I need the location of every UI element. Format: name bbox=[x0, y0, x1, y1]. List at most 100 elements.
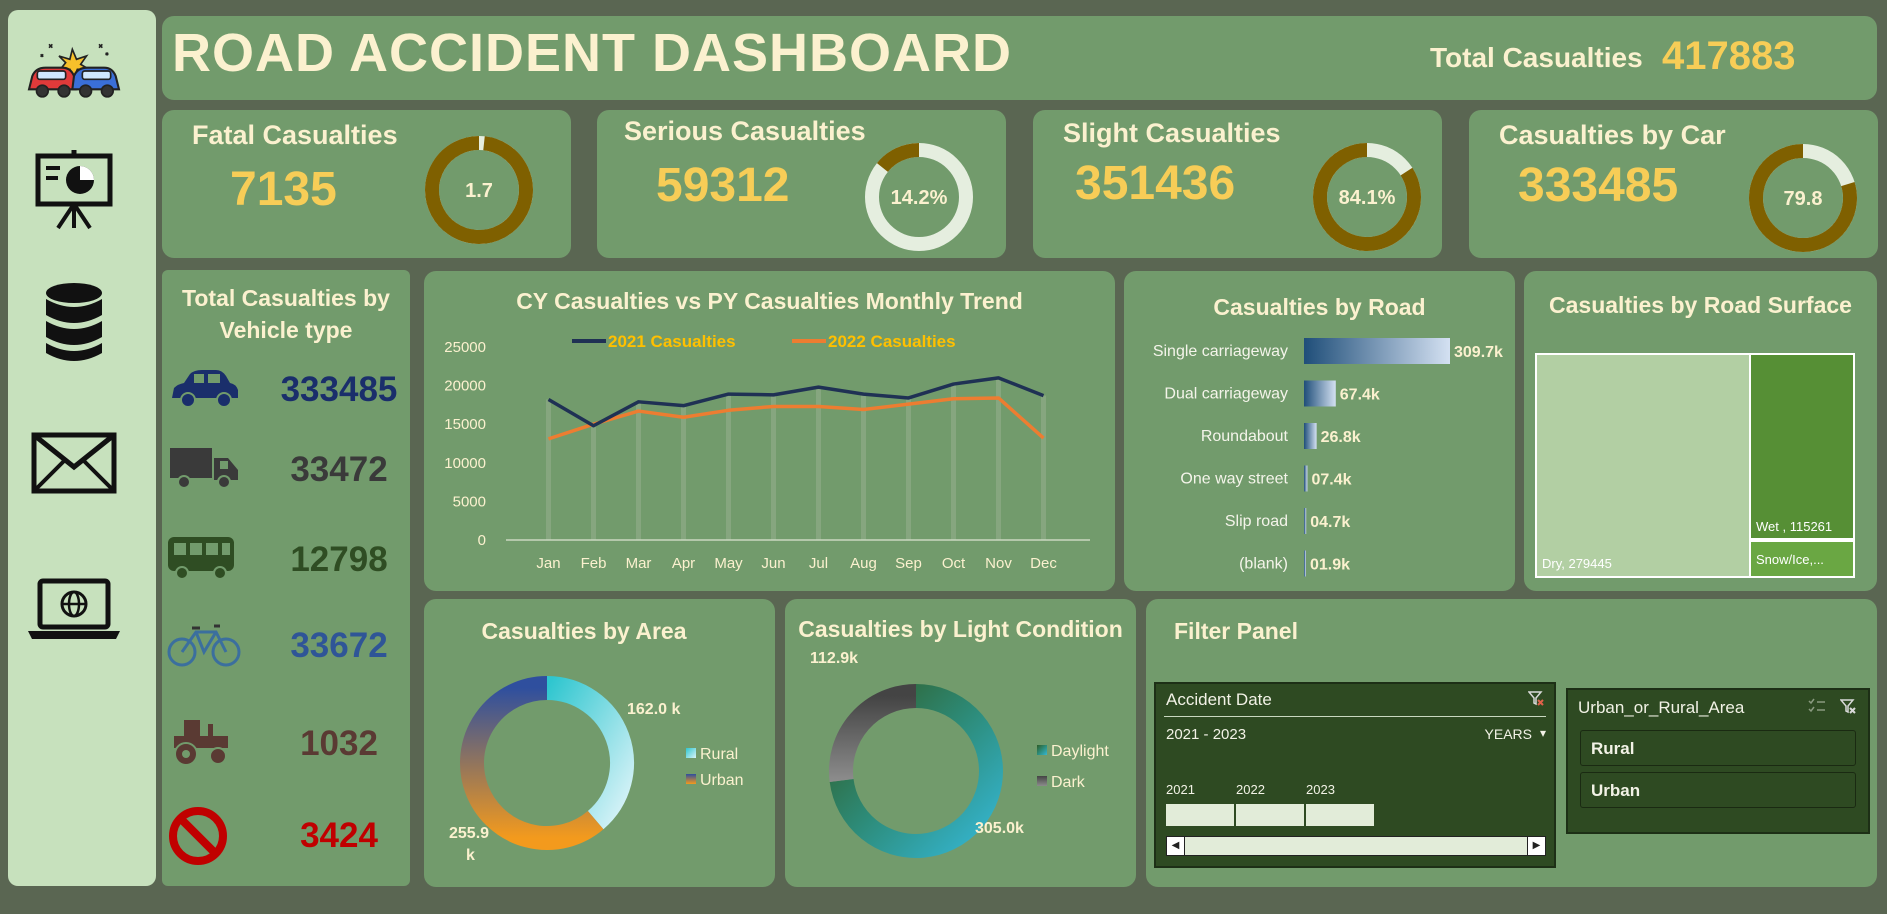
bar-mark bbox=[861, 394, 866, 540]
road-value-label: 01.9k bbox=[1310, 557, 1350, 574]
year-bar[interactable] bbox=[1166, 804, 1234, 826]
treemap-tile-dry bbox=[1535, 353, 1753, 578]
legend-label: Urban bbox=[700, 772, 744, 789]
light-chart: 305.0k 112.9k Daylight Dark bbox=[810, 650, 1109, 858]
road-chart: Single carriageway 309.7k Dual carriageway… bbox=[1153, 338, 1503, 577]
area-chart: 162.0 k 255.9 k Rural Urban bbox=[449, 676, 744, 864]
bar-mark bbox=[906, 397, 911, 540]
kpi-donut-label: 84.1% bbox=[1339, 187, 1396, 209]
y-tick-label: 15000 bbox=[444, 416, 486, 433]
series-line bbox=[547, 376, 1045, 428]
bar-mark bbox=[951, 384, 956, 540]
vehicle-title: Total Casualties by Vehicle type bbox=[166, 282, 406, 346]
trend-chart: 25000 20000 15000 10000 5000 0 Jan Feb Mar Apr May… bbox=[444, 332, 1090, 572]
road-value-label: 26.8k bbox=[1321, 429, 1361, 446]
road-bar bbox=[1304, 550, 1306, 577]
y-tick-label: 0 bbox=[478, 532, 486, 549]
x-tick-label: Nov bbox=[985, 555, 1012, 572]
area-slicer-title: Urban_or_Rural_Area bbox=[1578, 698, 1745, 717]
donut-slice-dark bbox=[829, 684, 917, 782]
donut-value-label: k bbox=[466, 847, 475, 864]
bar-mark bbox=[1041, 395, 1046, 540]
bar-mark bbox=[681, 405, 686, 540]
treemap-label: Wet , 115261 bbox=[1756, 519, 1832, 534]
treemap-label: Snow/Ice,... bbox=[1756, 552, 1824, 567]
year-bar[interactable] bbox=[1306, 804, 1374, 826]
bar-mark bbox=[771, 394, 776, 540]
bus-icon bbox=[166, 535, 236, 584]
scroll-right-icon[interactable]: ▶ bbox=[1527, 837, 1545, 855]
area-slicer[interactable]: Urban_or_Rural_Area Rural Urban bbox=[1566, 688, 1870, 834]
timeline-scrollbar[interactable]: ◀ ▶ bbox=[1166, 836, 1546, 856]
multi-select-icon[interactable] bbox=[1808, 698, 1826, 719]
treemap-tile-wet bbox=[1749, 353, 1855, 540]
date-slicer[interactable]: Accident Date 2021 - 2023 YEARS ▾ 2021 2… bbox=[1154, 682, 1556, 868]
year-bar[interactable] bbox=[1236, 804, 1304, 826]
road-category-label: (blank) bbox=[1239, 556, 1288, 573]
year-label: 2023 bbox=[1306, 782, 1335, 797]
treemap-label: Dry, 279445 bbox=[1542, 556, 1612, 571]
x-tick-label: Jan bbox=[536, 555, 560, 572]
bar-mark bbox=[996, 377, 1001, 540]
y-tick-label: 20000 bbox=[444, 378, 486, 395]
date-range: 2021 - 2023 bbox=[1166, 726, 1247, 743]
slicer-item-rural[interactable]: Rural bbox=[1580, 730, 1856, 766]
x-tick-label: Aug bbox=[850, 555, 877, 572]
road-bar bbox=[1304, 423, 1317, 449]
road-bar bbox=[1304, 508, 1307, 534]
road-value-label: 67.4k bbox=[1340, 387, 1380, 404]
donut-slice-urban bbox=[460, 676, 604, 850]
slicer-divider bbox=[1164, 716, 1546, 717]
bar-mark bbox=[546, 399, 551, 540]
donut-value-label: 305.0k bbox=[975, 820, 1024, 837]
clear-filter-icon[interactable] bbox=[1839, 698, 1856, 719]
road-value-label: 309.7k bbox=[1454, 344, 1503, 361]
road-value-label: 07.4k bbox=[1311, 472, 1351, 489]
legend-swatch bbox=[1037, 745, 1047, 755]
road-value-label: 04.7k bbox=[1310, 514, 1350, 531]
x-tick-label: Mar bbox=[626, 555, 652, 572]
date-slicer-title: Accident Date bbox=[1166, 690, 1272, 709]
y-tick-label: 10000 bbox=[444, 455, 486, 472]
slicer-item-urban[interactable]: Urban bbox=[1580, 772, 1856, 808]
legend-swatch bbox=[686, 748, 696, 758]
chevron-down-icon[interactable]: ▾ bbox=[1540, 726, 1546, 740]
road-category-label: Single carriageway bbox=[1153, 343, 1288, 360]
truck-icon bbox=[168, 446, 240, 495]
x-tick-label: Jun bbox=[761, 555, 785, 572]
legend-label: Daylight bbox=[1051, 743, 1109, 760]
legend-label: Dark bbox=[1051, 774, 1086, 791]
x-tick-label: Jul bbox=[809, 555, 828, 572]
clear-filter-icon[interactable] bbox=[1527, 690, 1544, 709]
legend-label: 2022 Casualties bbox=[828, 332, 956, 351]
vehicle-value: 12798 bbox=[290, 540, 388, 579]
y-tick-label: 5000 bbox=[453, 493, 486, 510]
x-tick-label: Apr bbox=[672, 555, 695, 572]
vehicle-value: 3424 bbox=[300, 816, 378, 855]
y-tick-label: 25000 bbox=[444, 339, 486, 356]
scroll-left-icon[interactable]: ◀ bbox=[1167, 837, 1185, 855]
donut-value-label: 255.9 bbox=[449, 825, 489, 842]
vehicle-value: 33472 bbox=[290, 450, 388, 489]
kpi-donut-label: 14.2% bbox=[891, 187, 948, 209]
bar-mark bbox=[591, 425, 596, 540]
no-entry-icon bbox=[168, 806, 228, 871]
road-category-label: Dual carriageway bbox=[1164, 386, 1288, 403]
kpi-donut-arc bbox=[876, 143, 920, 173]
x-tick-label: Oct bbox=[942, 555, 966, 572]
year-label: 2021 bbox=[1166, 782, 1195, 797]
legend-swatch bbox=[686, 774, 696, 784]
legend-label: Rural bbox=[700, 746, 738, 763]
x-tick-label: Feb bbox=[581, 555, 607, 572]
bar-mark bbox=[636, 401, 641, 540]
road-bar bbox=[1304, 465, 1308, 492]
legend-label: 2021 Casualties bbox=[608, 332, 736, 351]
year-label: 2022 bbox=[1236, 782, 1265, 797]
tractor-icon bbox=[170, 716, 232, 771]
donut-value-label: 162.0 k bbox=[627, 701, 680, 718]
date-level-select[interactable]: YEARS bbox=[1485, 726, 1532, 742]
bar-mark bbox=[726, 394, 731, 540]
bicycle-icon bbox=[166, 620, 242, 675]
donut-slice-rural bbox=[546, 676, 634, 830]
road-bar bbox=[1304, 380, 1336, 407]
